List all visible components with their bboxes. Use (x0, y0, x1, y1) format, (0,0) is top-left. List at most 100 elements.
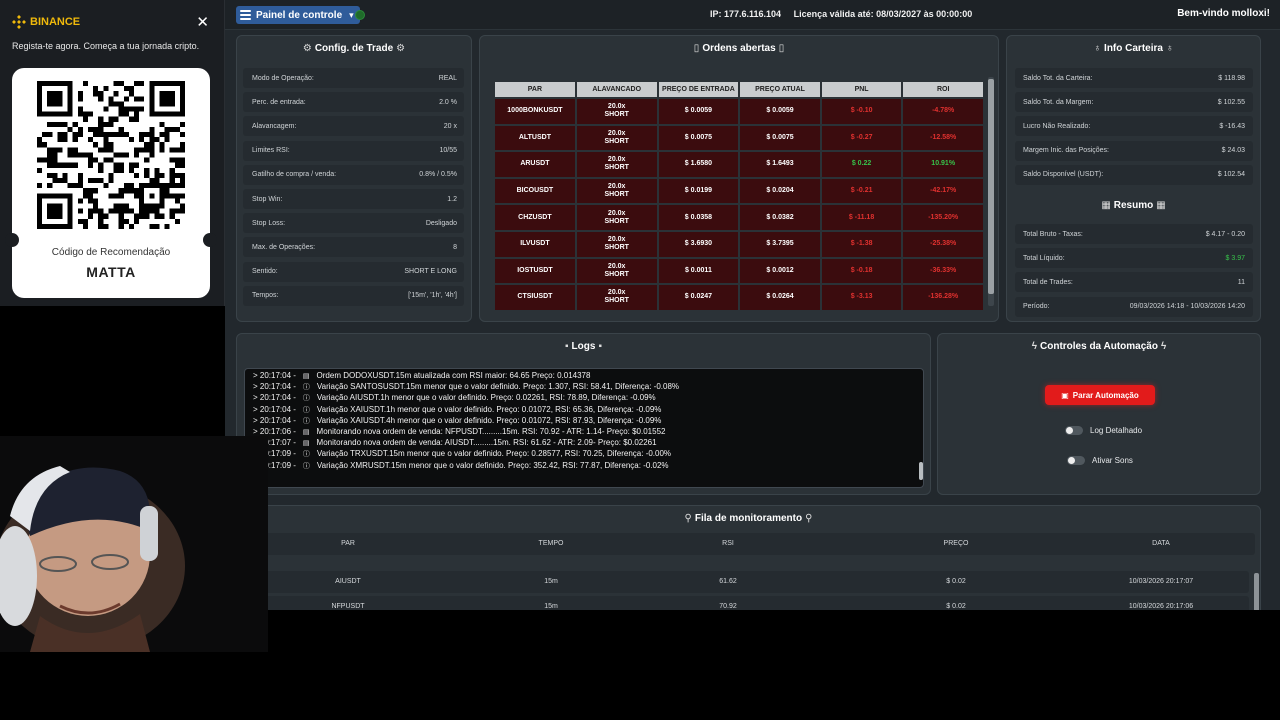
card-notch-right (203, 233, 217, 247)
order-leverage: 20.0x SHORT (576, 125, 657, 151)
order-side: SHORT (604, 164, 629, 172)
qr-code[interactable] (37, 81, 185, 229)
log-time: > 20:17:04 - (253, 404, 296, 414)
wallet-label: Lucro Não Realizado: (1023, 122, 1091, 130)
log-console[interactable]: > 20:17:04 - ▤ Ordem DODOXUSDT.15m atualiz… (244, 368, 924, 488)
order-row[interactable]: ALTUSDT 20.0x SHORT $ 0.0075 $ 0.0075 $ -0.27… (495, 125, 983, 151)
toggle-switch[interactable] (1065, 426, 1083, 435)
webcam-person-image (0, 436, 268, 652)
referral-code: MATTA (86, 264, 136, 280)
column-header[interactable]: ROI (903, 82, 983, 97)
order-entry-price: $ 0.0247 (658, 285, 739, 310)
log-line: > 20:17:06 - ▤ Monitorando nova ordem de v… (253, 427, 915, 438)
order-pair: ALTUSDT (495, 125, 575, 151)
leverage-value: 20.0x (607, 289, 626, 297)
queue-column-header[interactable]: PREÇO (944, 533, 969, 555)
queue-column-header[interactable]: RSI (722, 533, 734, 555)
column-header[interactable]: PREÇO DE ENTRADA (658, 82, 739, 97)
config-label: Gatilho de compra / venda: (252, 171, 337, 179)
config-label: Modo de Operação: (252, 74, 314, 82)
order-pnl: $ 0.22 (821, 152, 902, 177)
leverage-value: 20.0x (607, 129, 626, 137)
order-entry-price: $ 3.6930 (658, 231, 739, 257)
queue-column-header[interactable]: PAR (341, 533, 355, 555)
stop-automation-button[interactable]: ▣ Parar Automação (1045, 385, 1155, 405)
order-row[interactable]: ARUSDT 20.0x SHORT $ 1.6580 $ 1.6493 $ 0.22 10… (495, 152, 983, 177)
referral-code-label: Código de Recomendação (51, 247, 171, 258)
column-header[interactable]: PREÇO ATUAL (740, 82, 820, 97)
queue-pair: AIUSDT (335, 578, 361, 585)
queue-column-header[interactable]: DATA (1152, 533, 1170, 555)
order-row[interactable]: ILVUSDT 20.0x SHORT $ 3.6930 $ 3.7395 $ -1.38… (495, 231, 983, 257)
binance-logo: BINANCE (12, 15, 80, 29)
control-panel-menu-button[interactable]: Painel de controle ▾ (236, 6, 360, 24)
wallet-row: Saldo Tot. da Margem: $ 102.55 (1015, 92, 1253, 113)
info-icon: ⓘ (302, 417, 310, 425)
queue-scrollbar-thumb[interactable] (1254, 573, 1259, 610)
queue-column-header[interactable]: TEMPO (539, 533, 564, 555)
logs-title: ▪ Logs ▪ (565, 341, 602, 352)
config-value: 1.2 (447, 195, 457, 203)
log-time: > 20:17:04 - (253, 371, 296, 380)
toggle-switch[interactable] (1067, 456, 1085, 465)
queue-rsi: 70.92 (719, 603, 737, 610)
log-line: > 20:17:04 - ⓘ Variação AIUSDT.1h menor qu… (253, 393, 915, 404)
column-header[interactable]: PNL (821, 82, 902, 97)
wallet-label: Saldo Tot. da Margem: (1023, 98, 1094, 106)
order-roi: -136.28% (903, 285, 983, 310)
order-entry-price: $ 0.0075 (658, 125, 739, 151)
detailed-log-toggle[interactable]: Log Detalhado (1065, 426, 1142, 435)
open-orders-panel: ▯ Ordens abertas ▯ PAR ALAVANCADO PREÇO DE E… (479, 35, 999, 322)
config-value: Desligado (425, 219, 457, 227)
order-pnl: $ -1.38 (821, 231, 902, 257)
wallet-value: $ -16.43 (1219, 122, 1245, 130)
order-row[interactable]: CHZUSDT 20.0x SHORT $ 0.0358 $ 0.0382 $ -11.1… (495, 205, 983, 230)
orders-scrollbar-thumb[interactable] (988, 79, 994, 294)
log-text: Variação SANTOSUSDT.15m menor que o valo… (316, 382, 680, 392)
config-value: REAL (438, 74, 457, 82)
order-row[interactable]: IOSTUSDT 20.0x SHORT $ 0.0011 $ 0.0012 $ -0.1… (495, 258, 983, 284)
log-line: > 20:17:09 - ⓘ Variação TRXUSDT.15m menor … (253, 449, 915, 460)
leverage-value: 20.0x (607, 262, 626, 270)
order-leverage: 20.0x SHORT (576, 178, 657, 204)
order-leverage: 20.0x SHORT (576, 285, 657, 310)
license-text: Licença válida até: 08/03/2027 às 00:00:… (793, 9, 973, 19)
top-bar: Painel de controle ▾ IP: 177.6.116.104 L… (225, 0, 1280, 30)
order-entry-price: $ 0.0059 (658, 99, 739, 124)
order-pair: 1000BONKUSDT (495, 99, 575, 124)
log-text: Variação TRXUSDT.15m menor que o valor d… (316, 449, 672, 459)
order-current-price: $ 0.0059 (740, 99, 820, 124)
wallet-panel: ♁ Info Carteira ♁ Saldo Tot. da Carteira: $… (1006, 35, 1261, 322)
order-entry-price: $ 0.0011 (658, 258, 739, 284)
orders-table-wrapper[interactable]: PAR ALAVANCADO PREÇO DE ENTRADA PREÇO ATUAL… (493, 80, 985, 312)
logs-scrollbar-thumb[interactable] (919, 462, 923, 480)
log-text: Variação XMRUSDT.15m menor que o valor d… (316, 460, 669, 470)
wallet-value: $ 102.54 (1217, 171, 1245, 179)
queue-row[interactable]: AIUSDT 15m 61.62 $ 0.02 10/03/2026 20:17:07 (249, 571, 1249, 593)
config-label: Sentido: (252, 268, 278, 276)
order-current-price: $ 0.0382 (740, 205, 820, 230)
sounds-toggle[interactable]: Ativar Sons (1067, 456, 1133, 465)
config-row: Stop Win: 1.2 (243, 189, 464, 209)
binance-diamond-icon (12, 15, 26, 29)
queue-row[interactable]: NFPUSDT 15m 70.92 $ 0.02 10/03/2026 20:17:06 (249, 596, 1249, 610)
close-icon[interactable]: ✕ (196, 13, 209, 31)
order-row[interactable]: CTSIUSDT 20.0x SHORT $ 0.0247 $ 0.0264 $ -3.1… (495, 285, 983, 310)
log-text: Monitorando nova ordem de venda: AIUSDT.… (316, 438, 657, 448)
order-current-price: $ 0.0264 (740, 285, 820, 310)
chart-icon: ▦ (1156, 200, 1166, 211)
gear-icon: ⚙ (396, 43, 406, 54)
orders-table: PAR ALAVANCADO PREÇO DE ENTRADA PREÇO ATUAL… (493, 80, 985, 312)
list-icon: ▤ (302, 429, 310, 437)
order-current-price: $ 0.0204 (740, 178, 820, 204)
orders-scrollbar[interactable] (988, 77, 994, 306)
config-value: 20 x (443, 122, 457, 130)
wallet-value: $ 102.55 (1217, 98, 1245, 106)
column-header[interactable]: PAR (495, 82, 575, 97)
order-row[interactable]: 1000BONKUSDT 20.0x SHORT $ 0.0059 $ 0.0059 $ … (495, 99, 983, 124)
order-pair: IOSTUSDT (495, 258, 575, 284)
column-header[interactable]: ALAVANCADO (576, 82, 657, 97)
summary-label: Total Bruto - Taxas: (1023, 230, 1083, 238)
config-row: Tempos: ['15m', '1h', '4h'] (243, 285, 464, 306)
order-row[interactable]: BICOUSDT 20.0x SHORT $ 0.0199 $ 0.0204 $ -0.2… (495, 178, 983, 204)
